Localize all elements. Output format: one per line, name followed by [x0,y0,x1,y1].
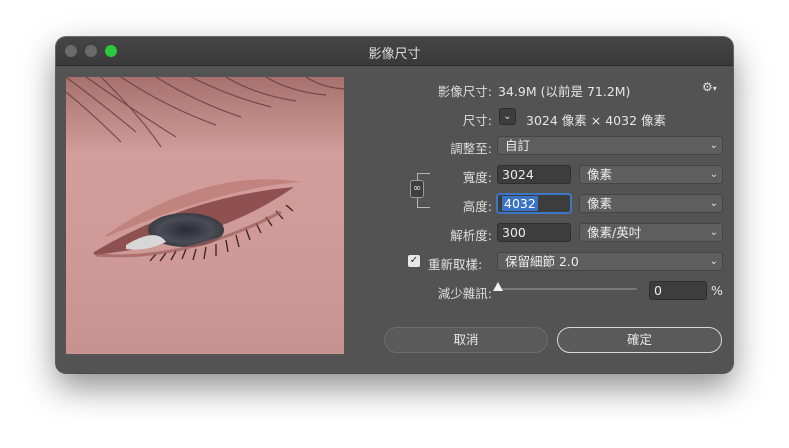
height-field[interactable]: 4032 [497,194,571,213]
resample-label: 重新取樣: [428,257,483,272]
title-bar: 影像尺寸 [56,37,733,66]
resample-method-select[interactable]: 保留細節 2.0 ⌄ [497,252,723,271]
chevron-down-icon: ⌄ [709,169,718,180]
dialog-title: 影像尺寸 [368,47,421,62]
reduce-noise-label: 減少雜訊: [437,286,492,301]
fit-to-label: 調整至: [450,141,492,156]
height-value: 4032 [502,196,538,211]
resolution-unit-value: 像素/英吋 [587,225,642,240]
chevron-down-icon: ⌄ [709,256,718,267]
dimensions-label: 尺寸: [462,113,492,128]
image-size-value: 34.9M (以前是 71.2M) [498,84,631,99]
fit-to-select[interactable]: 自訂 ⌄ [497,136,723,155]
width-field[interactable]: 3024 [497,165,571,184]
width-label: 寬度: [462,170,492,185]
cancel-button[interactable]: 取消 [384,327,548,353]
image-size-dialog: 影像尺寸 影像尺寸: 34.9M (以前是 71.2M) ⚙▾ 尺寸: ⌄ 30… [56,37,733,373]
resample-checkbox[interactable]: ✓ [408,255,420,267]
resolution-field[interactable]: 300 [497,223,571,242]
image-preview[interactable] [66,77,344,354]
dimensions-value: 3024 像素 × 4032 像素 [526,113,666,128]
reduce-noise-field[interactable]: 0 [649,281,707,300]
reduce-noise-slider-track[interactable] [497,288,637,290]
chevron-down-icon: ⌄ [503,111,512,122]
chevron-down-icon: ⌄ [709,227,718,238]
resolution-label: 解析度: [450,228,492,243]
height-label: 高度: [462,199,492,214]
gear-icon[interactable]: ⚙▾ [702,80,717,94]
height-unit-value: 像素 [587,196,613,211]
resample-method-value: 保留細節 2.0 [505,254,579,269]
preview-image [66,77,344,354]
resolution-unit-select[interactable]: 像素/英吋 ⌄ [579,223,723,242]
chevron-down-icon: ⌄ [709,198,718,209]
chevron-down-icon: ⌄ [709,140,718,151]
width-unit-value: 像素 [587,167,613,182]
width-unit-select[interactable]: 像素 ⌄ [579,165,723,184]
checkmark-icon: ✓ [409,255,419,266]
reduce-noise-unit: % [711,283,723,298]
image-size-label: 影像尺寸: [437,84,492,99]
height-unit-select[interactable]: 像素 ⌄ [579,194,723,213]
ok-button[interactable]: 確定 [557,327,722,353]
dimensions-unit-dropdown[interactable]: ⌄ [499,108,516,125]
fit-to-value: 自訂 [505,138,531,153]
reduce-noise-slider-thumb[interactable] [493,282,503,291]
